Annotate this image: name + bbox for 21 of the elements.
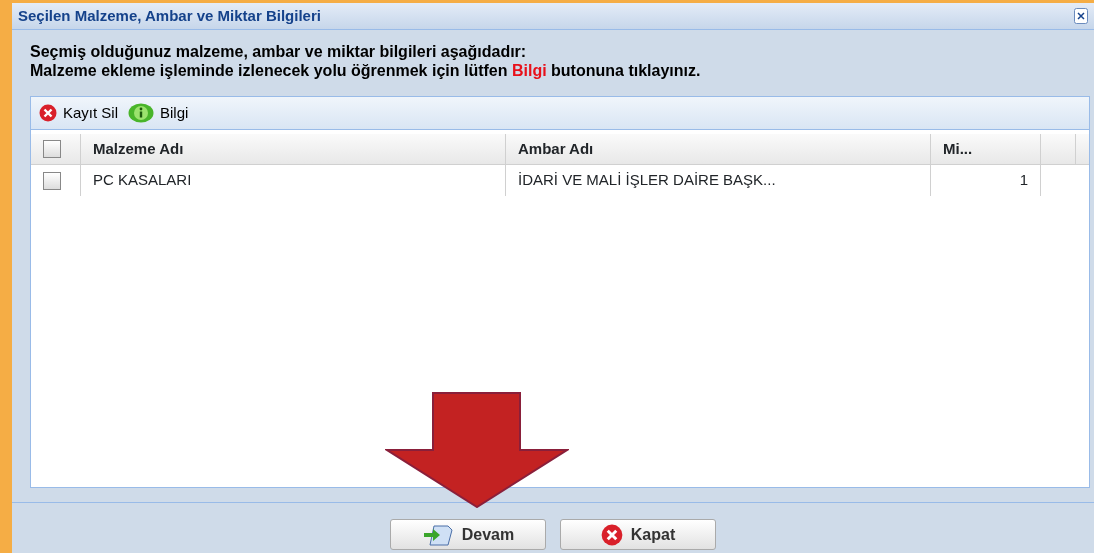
close-icon[interactable] [1074, 8, 1088, 24]
close-icon [600, 523, 623, 546]
instruction-text: Seçmiş olduğunuz malzeme, ambar ve miktar bilgileri aşağıdadır: [30, 42, 528, 61]
table-cell: PC KASALARI [81, 165, 506, 196]
close-button[interactable]: Kapat [560, 519, 716, 550]
column-header[interactable]: Ambar Adı [506, 134, 931, 164]
document-arrow-icon [421, 523, 454, 546]
checkbox[interactable] [43, 171, 61, 190]
info-icon [128, 103, 155, 123]
down-arrow-icon [385, 392, 569, 508]
toolbar-button[interactable]: Bilgi [128, 101, 189, 125]
column-header[interactable]: Malzeme Adı [81, 134, 506, 164]
continue-button[interactable]: Devam [390, 519, 546, 550]
column-header[interactable]: Mi... [931, 134, 1041, 164]
window-title: Seçilen Malzeme, Ambar ve Miktar Bilgileri [18, 5, 321, 26]
instruction-text: Malzeme ekleme işleminde izlenecek yolu öğrenmek için lütfen Bilgi butonuna tıklayınız. [30, 61, 702, 80]
toolbar-button[interactable]: Kayıt Sil [39, 101, 119, 125]
delete-icon [39, 104, 57, 122]
table-cell: 1 [931, 165, 1041, 196]
checkbox[interactable] [43, 140, 61, 158]
table-cell: İDARİ VE MALİ İŞLER DAİRE BAŞK... [506, 165, 931, 196]
